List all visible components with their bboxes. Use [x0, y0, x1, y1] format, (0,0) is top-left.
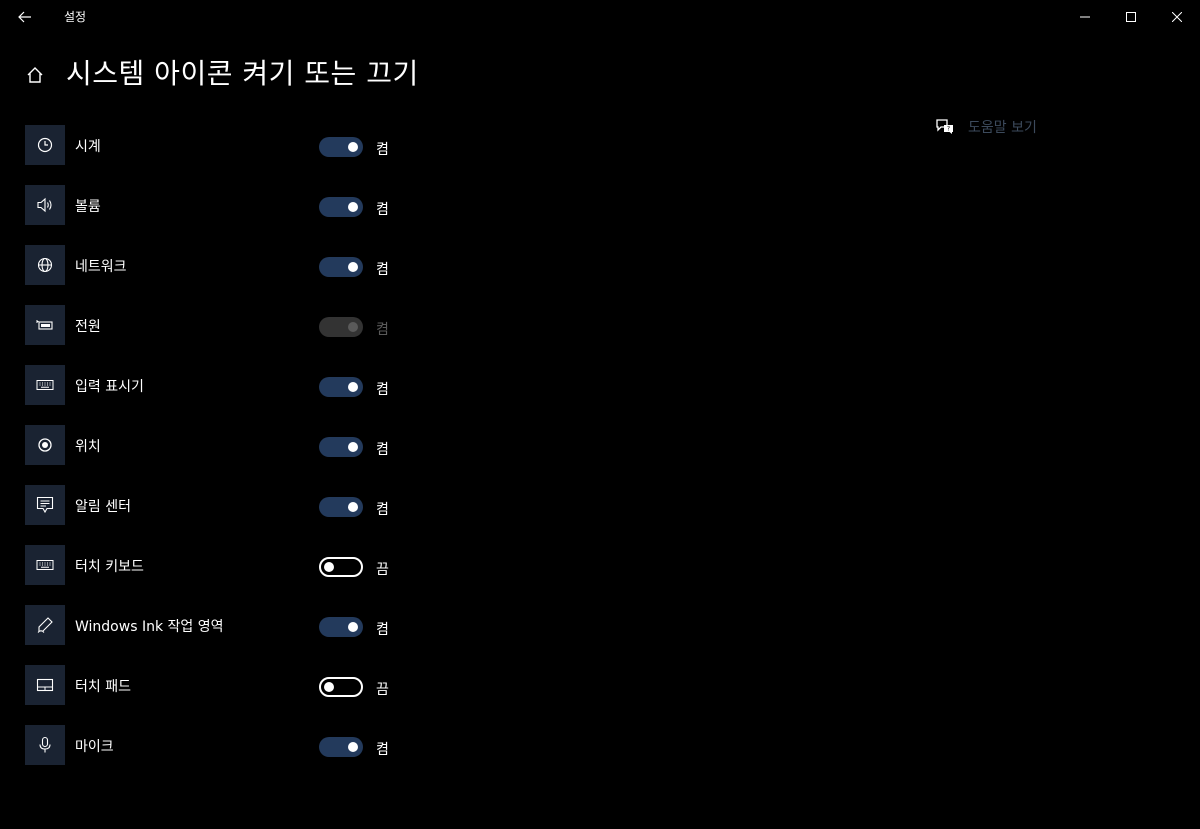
toggle-state-text: 끔	[376, 682, 389, 698]
minimize-button[interactable]	[1062, 0, 1108, 34]
back-arrow-icon	[18, 11, 32, 23]
maximize-icon	[1126, 12, 1136, 22]
row-icon-tile	[25, 725, 65, 765]
home-icon	[26, 66, 44, 84]
microphone-icon	[38, 736, 52, 754]
toggle-state-text: 끔	[376, 562, 389, 578]
power-toggle[interactable]	[319, 317, 363, 337]
setting-row-clock: 시계 켬	[25, 125, 425, 165]
home-button[interactable]	[20, 60, 50, 90]
row-icon-tile	[25, 185, 65, 225]
touch-keyboard-icon	[36, 559, 54, 571]
setting-row-location: 위치 켬	[25, 425, 425, 465]
toggle-knob	[348, 742, 358, 752]
setting-row-microphone: 마이크 켬	[25, 725, 425, 765]
toggle-knob	[324, 562, 334, 572]
setting-row-power: 전원 켬	[25, 305, 425, 345]
setting-label: 전원	[75, 319, 101, 335]
title-bar: 설정	[0, 0, 1200, 34]
setting-label: 네트워크	[75, 259, 127, 275]
row-icon-tile	[25, 485, 65, 525]
volume-toggle[interactable]	[319, 197, 363, 217]
toggle-state-text: 켬	[376, 442, 389, 458]
location-toggle[interactable]	[319, 437, 363, 457]
settings-window: 설정 시스템 아이콘 켜기 또는 끄기 ? 도움말 보기 시계 켬 볼륨 켬 네…	[0, 0, 1200, 829]
touchpad-icon	[36, 678, 54, 692]
app-title: 설정	[64, 10, 87, 24]
network-toggle[interactable]	[319, 257, 363, 277]
globe-icon	[37, 257, 53, 273]
close-icon	[1172, 12, 1182, 22]
action-center-toggle[interactable]	[319, 497, 363, 517]
help-chat-icon: ?	[934, 116, 956, 138]
row-icon-tile	[25, 545, 65, 585]
setting-label: 시계	[75, 139, 101, 155]
row-icon-tile	[25, 365, 65, 405]
toggle-knob	[348, 202, 358, 212]
action-center-icon	[36, 496, 54, 514]
close-button[interactable]	[1154, 0, 1200, 34]
toggle-state-text: 켬	[376, 262, 389, 278]
battery-icon	[36, 318, 54, 332]
toggle-knob	[324, 682, 334, 692]
toggle-knob	[348, 502, 358, 512]
input-indicator-toggle[interactable]	[319, 377, 363, 397]
help-link-label: 도움말 보기	[968, 120, 1037, 136]
setting-row-touchpad: 터치 패드 끔	[25, 665, 425, 705]
clock-toggle[interactable]	[319, 137, 363, 157]
toggle-state-text: 켬	[376, 142, 389, 158]
pen-icon	[36, 616, 54, 634]
setting-label: Windows Ink 작업 영역	[75, 619, 224, 635]
keyboard-icon	[36, 379, 54, 391]
location-icon	[37, 437, 53, 453]
row-icon-tile	[25, 605, 65, 645]
toggle-knob	[348, 322, 358, 332]
volume-icon	[36, 197, 54, 213]
setting-row-touch-keyboard: 터치 키보드 끔	[25, 545, 425, 585]
toggle-knob	[348, 442, 358, 452]
minimize-icon	[1080, 12, 1090, 22]
toggle-knob	[348, 382, 358, 392]
svg-text:?: ?	[947, 126, 950, 133]
setting-label: 입력 표시기	[75, 379, 144, 395]
row-icon-tile	[25, 665, 65, 705]
row-icon-tile	[25, 425, 65, 465]
setting-row-action-center: 알림 센터 켬	[25, 485, 425, 525]
toggle-knob	[348, 622, 358, 632]
page-title: 시스템 아이콘 켜기 또는 끄기	[66, 57, 419, 90]
toggle-state-text: 켬	[376, 322, 389, 338]
maximize-button[interactable]	[1108, 0, 1154, 34]
toggle-state-text: 켬	[376, 202, 389, 218]
setting-label: 터치 키보드	[75, 559, 144, 575]
help-link[interactable]: ? 도움말 보기	[934, 116, 1037, 138]
microphone-toggle[interactable]	[319, 737, 363, 757]
toggle-knob	[348, 262, 358, 272]
setting-row-windows-ink: Windows Ink 작업 영역 켬	[25, 605, 425, 645]
touchpad-toggle[interactable]	[319, 677, 363, 697]
windows-ink-toggle[interactable]	[319, 617, 363, 637]
back-button[interactable]	[10, 3, 40, 31]
toggle-state-text: 켬	[376, 502, 389, 518]
setting-label: 위치	[75, 439, 101, 455]
toggle-state-text: 켬	[376, 382, 389, 398]
row-icon-tile	[25, 245, 65, 285]
setting-row-input-indicator: 입력 표시기 켬	[25, 365, 425, 405]
setting-label: 터치 패드	[75, 679, 131, 695]
clock-icon	[37, 137, 53, 153]
setting-label: 마이크	[75, 739, 114, 755]
row-icon-tile	[25, 305, 65, 345]
setting-row-network: 네트워크 켬	[25, 245, 425, 285]
setting-row-volume: 볼륨 켬	[25, 185, 425, 225]
toggle-state-text: 켬	[376, 742, 389, 758]
touch-keyboard-toggle[interactable]	[319, 557, 363, 577]
setting-label: 알림 센터	[75, 499, 131, 515]
setting-label: 볼륨	[75, 199, 101, 215]
toggle-state-text: 켬	[376, 622, 389, 638]
toggle-knob	[348, 142, 358, 152]
row-icon-tile	[25, 125, 65, 165]
